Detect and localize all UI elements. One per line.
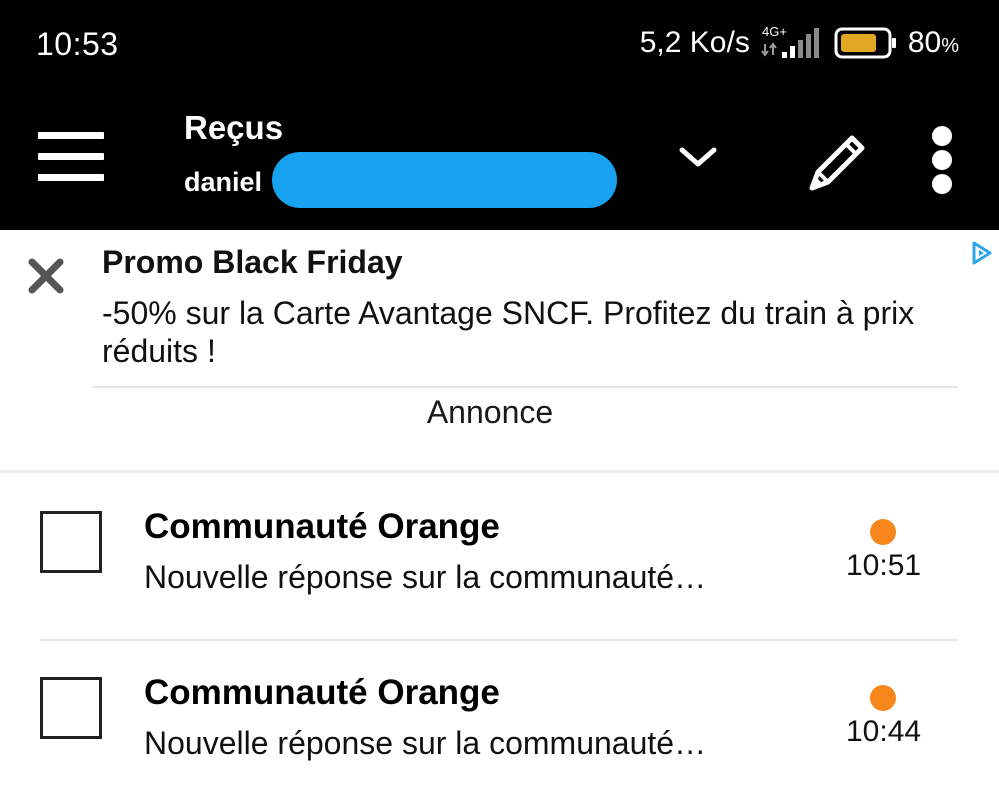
account-name: daniel [184, 167, 263, 197]
mail-subject: Nouvelle réponse sur la communauté… [144, 559, 707, 595]
mail-time: 10:51 [846, 549, 922, 582]
ad-banner[interactable]: Promo Black Friday -50% sur la Carte Ava… [0, 230, 999, 470]
divider [92, 386, 958, 388]
battery-percent-value: 80 [907, 26, 942, 59]
signal-icon: 4G+ [760, 24, 824, 62]
network-type-label: 4G+ [762, 24, 787, 39]
ad-title: Promo Black Friday [102, 244, 403, 280]
unread-dot [870, 685, 896, 711]
battery-icon [834, 25, 898, 61]
more-vertical-icon[interactable] [930, 126, 954, 194]
select-checkbox[interactable] [40, 677, 102, 739]
mail-item[interactable]: Communauté Orange Nouvelle réponse sur l… [0, 473, 999, 639]
redaction-mark [272, 152, 617, 208]
unread-dot [870, 519, 896, 545]
mail-subject: Nouvelle réponse sur la communauté… [144, 725, 707, 761]
battery-percent-unit: % [941, 35, 959, 57]
mail-sender: Communauté Orange [144, 673, 500, 712]
account-email[interactable]: daniel [184, 152, 617, 208]
status-time: 10:53 [36, 26, 119, 62]
select-checkbox[interactable] [40, 511, 102, 573]
folder-title: Reçus [184, 109, 284, 146]
ad-text: -50% sur la Carte Avantage SNCF. Profite… [102, 295, 915, 369]
header-titles: Reçus daniel [184, 108, 617, 208]
ad-label: Annonce [426, 394, 554, 430]
mail-item[interactable]: Communauté Orange Nouvelle réponse sur l… [0, 639, 999, 805]
mail-list: Communauté Orange Nouvelle réponse sur l… [0, 473, 999, 805]
adchoices-icon[interactable] [970, 240, 994, 266]
network-speed: 5,2 Ko/s [639, 26, 750, 59]
status-indicators: 5,2 Ko/s 4G+ 80% [640, 24, 959, 62]
pencil-icon[interactable] [800, 122, 872, 194]
chevron-down-icon[interactable] [676, 140, 720, 176]
menu-icon[interactable] [38, 132, 106, 182]
status-bar: 10:53 5,2 Ko/s 4G+ 80% [0, 0, 999, 90]
mail-time: 10:44 [846, 715, 922, 748]
mail-sender: Communauté Orange [144, 507, 500, 546]
app-header: Reçus daniel [0, 90, 999, 230]
battery-percentage: 80% [908, 26, 959, 60]
close-icon[interactable] [24, 254, 68, 298]
